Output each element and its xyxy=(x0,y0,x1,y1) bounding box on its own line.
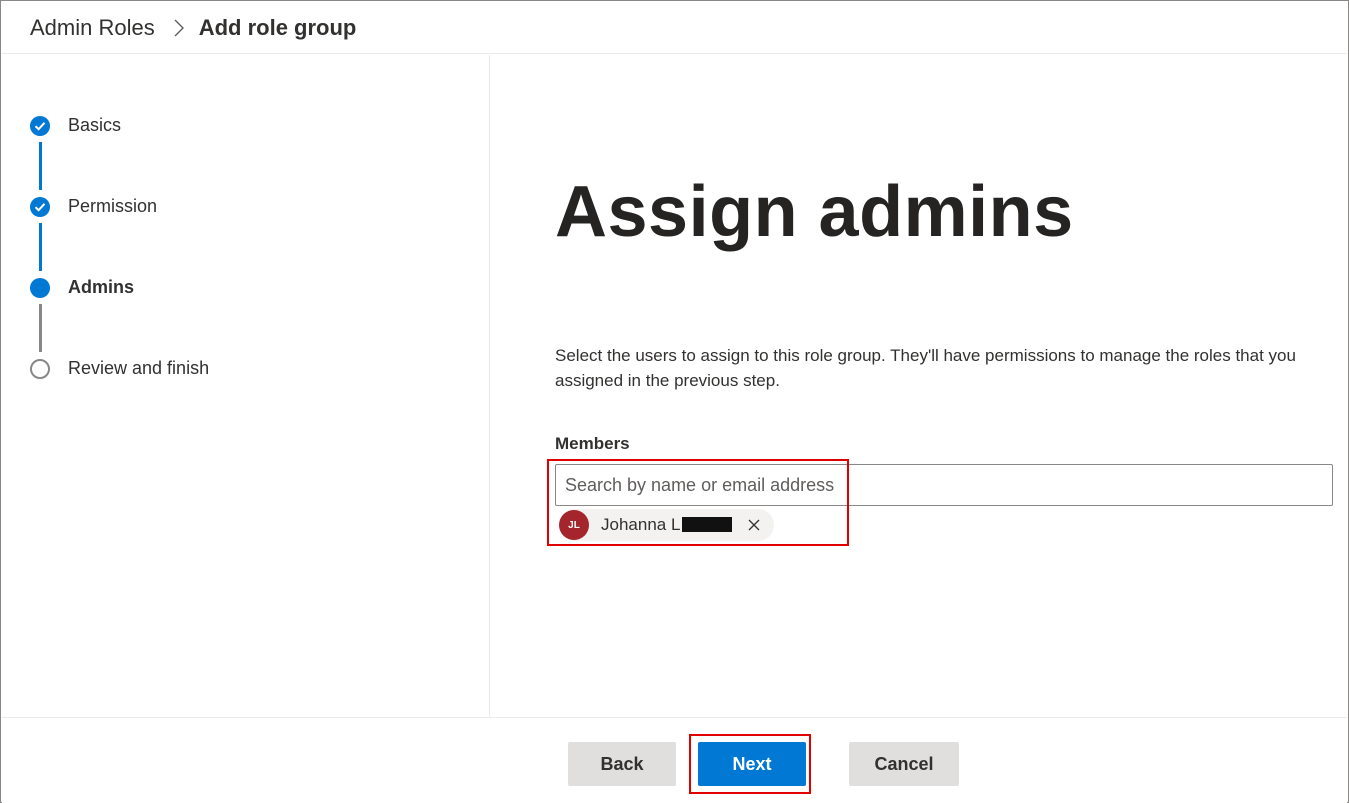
member-name: Johanna L xyxy=(601,515,733,535)
wizard-steps: Basics Permission Admins Review and fini… xyxy=(2,55,490,717)
breadcrumb-admin-roles[interactable]: Admin Roles xyxy=(30,15,155,41)
checkmark-icon xyxy=(30,115,50,136)
breadcrumb: Admin Roles Add role group xyxy=(2,2,1347,54)
step-basics[interactable]: Basics xyxy=(30,115,121,136)
redaction-bar xyxy=(682,517,733,532)
page-title: Assign admins xyxy=(555,172,1074,252)
next-button[interactable]: Next xyxy=(698,742,806,786)
chevron-right-icon xyxy=(173,18,185,38)
remove-member-close-icon[interactable] xyxy=(744,515,764,535)
avatar: JL xyxy=(559,510,589,540)
members-search-input[interactable] xyxy=(555,464,1333,506)
breadcrumb-current-page: Add role group xyxy=(198,14,357,40)
main-content: Assign admins Select the users to assign… xyxy=(491,55,1347,717)
step-label: Permission xyxy=(68,196,158,216)
page-description: Select the users to assign to this role … xyxy=(555,346,1296,390)
step-connector xyxy=(39,223,42,271)
step-admins[interactable]: Admins xyxy=(30,277,134,298)
step-label: Review and finish xyxy=(68,358,210,378)
step-label: Admins xyxy=(68,277,135,297)
step-connector xyxy=(39,142,42,190)
cancel-button[interactable]: Cancel xyxy=(849,742,959,786)
empty-circle-icon xyxy=(30,358,50,379)
members-label: Members xyxy=(555,434,630,453)
wizard-window: Admin Roles Add role group Basics Permis… xyxy=(0,0,1349,803)
current-step-dot-icon xyxy=(30,277,50,298)
step-review-and-finish[interactable]: Review and finish xyxy=(30,358,209,379)
step-permission[interactable]: Permission xyxy=(30,196,157,217)
step-label: Basics xyxy=(68,115,122,135)
selected-member-chip: JL Johanna L xyxy=(559,509,775,541)
back-button[interactable]: Back xyxy=(568,742,676,786)
step-connector xyxy=(39,304,42,352)
checkmark-icon xyxy=(30,196,50,217)
wizard-footer: Back Next Cancel xyxy=(2,717,1347,803)
